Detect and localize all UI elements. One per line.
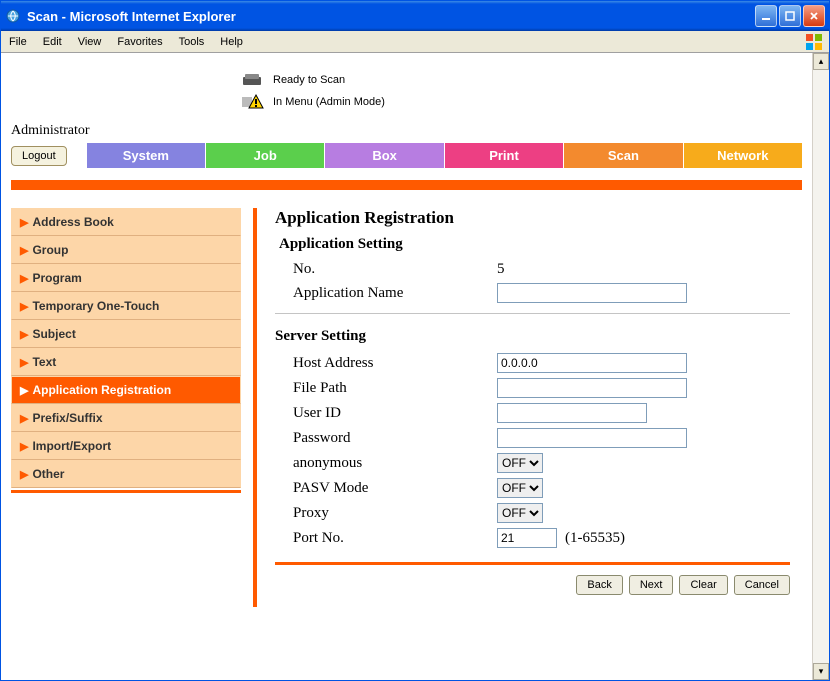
status-panel: Ready to Scan In Menu (Admin Mode) bbox=[241, 71, 802, 111]
pasv-label: PASV Mode bbox=[293, 480, 497, 497]
port-input[interactable] bbox=[497, 528, 557, 548]
anonymous-label: anonymous bbox=[293, 455, 497, 472]
menubar: File Edit View Favorites Tools Help bbox=[1, 31, 829, 53]
no-value: 5 bbox=[497, 261, 505, 278]
menu-view[interactable]: View bbox=[78, 36, 102, 48]
next-button[interactable]: Next bbox=[629, 575, 674, 595]
tab-job[interactable]: Job bbox=[206, 143, 324, 168]
sidebar-item-temporary-one-touch[interactable]: ▶ Temporary One-Touch bbox=[11, 292, 241, 320]
close-button[interactable] bbox=[803, 5, 825, 27]
proxy-label: Proxy bbox=[293, 505, 497, 522]
caret-icon: ▶ bbox=[20, 216, 28, 229]
anonymous-select[interactable]: OFF bbox=[497, 453, 543, 473]
sidebar-item-program[interactable]: ▶ Program bbox=[11, 264, 241, 292]
server-setting-title: Server Setting bbox=[275, 328, 790, 345]
sidebar-item-label: Prefix/Suffix bbox=[32, 411, 102, 425]
sidebar-item-other[interactable]: ▶ Other bbox=[11, 460, 241, 488]
tab-print[interactable]: Print bbox=[445, 143, 563, 168]
sidebar-item-import-export[interactable]: ▶ Import/Export bbox=[11, 432, 241, 460]
logout-button[interactable]: Logout bbox=[11, 146, 67, 166]
maximize-button[interactable] bbox=[779, 5, 801, 27]
sidebar-item-label: Import/Export bbox=[32, 439, 111, 453]
content-area: Ready to Scan In Menu (Admin Mode) Admin… bbox=[1, 53, 829, 680]
sidebar-item-subject[interactable]: ▶ Subject bbox=[11, 320, 241, 348]
sidebar-item-label: Application Registration bbox=[32, 383, 171, 397]
tab-network[interactable]: Network bbox=[684, 143, 802, 168]
menu-help[interactable]: Help bbox=[220, 36, 243, 48]
caret-icon: ▶ bbox=[20, 412, 28, 425]
orange-bottom-bar bbox=[275, 562, 790, 565]
sidebar-item-application-registration[interactable]: ▶ Application Registration bbox=[11, 376, 241, 404]
file-path-label: File Path bbox=[293, 380, 497, 397]
host-address-input[interactable] bbox=[497, 353, 687, 373]
button-row: Back Next Clear Cancel bbox=[275, 575, 790, 595]
port-label: Port No. bbox=[293, 530, 497, 547]
section-divider bbox=[275, 313, 790, 314]
user-id-input[interactable] bbox=[497, 403, 647, 423]
sidebar-item-address-book[interactable]: ▶ Address Book bbox=[11, 208, 241, 236]
app-name-label: Application Name bbox=[293, 285, 497, 302]
clear-button[interactable]: Clear bbox=[679, 575, 727, 595]
sidebar-item-label: Group bbox=[32, 243, 68, 257]
minimize-button[interactable] bbox=[755, 5, 777, 27]
caret-icon: ▶ bbox=[20, 328, 28, 341]
caret-icon: ▶ bbox=[20, 244, 28, 257]
scanner-icon bbox=[241, 71, 265, 89]
menu-edit[interactable]: Edit bbox=[43, 36, 62, 48]
windows-flag-icon bbox=[805, 33, 823, 51]
titlebar: Scan - Microsoft Internet Explorer bbox=[1, 1, 829, 31]
sidebar-item-label: Text bbox=[32, 355, 56, 369]
sidebar-item-label: Program bbox=[32, 271, 81, 285]
proxy-select[interactable]: OFF bbox=[497, 503, 543, 523]
caret-icon: ▶ bbox=[20, 356, 28, 369]
sidebar-item-text[interactable]: ▶ Text bbox=[11, 348, 241, 376]
password-input[interactable] bbox=[497, 428, 687, 448]
menu-tools[interactable]: Tools bbox=[179, 36, 205, 48]
user-id-label: User ID bbox=[293, 405, 497, 422]
scroll-up-button[interactable]: ▴ bbox=[813, 53, 829, 70]
app-name-input[interactable] bbox=[497, 283, 687, 303]
tab-box[interactable]: Box bbox=[325, 143, 443, 168]
page-title: Application Registration bbox=[275, 208, 790, 228]
tab-system[interactable]: System bbox=[87, 143, 205, 168]
sidebar-item-label: Address Book bbox=[32, 215, 113, 229]
caret-icon: ▶ bbox=[20, 300, 28, 313]
main-panel: Application Registration Application Set… bbox=[257, 208, 802, 607]
tab-scan[interactable]: Scan bbox=[564, 143, 682, 168]
ie-icon bbox=[5, 8, 21, 24]
pasv-select[interactable]: OFF bbox=[497, 478, 543, 498]
sidebar-item-label: Subject bbox=[32, 327, 75, 341]
vertical-scrollbar[interactable]: ▴ ▾ bbox=[812, 53, 829, 680]
window-title: Scan - Microsoft Internet Explorer bbox=[27, 9, 753, 24]
status-menu: In Menu (Admin Mode) bbox=[273, 96, 385, 108]
top-tabs: System Job Box Print Scan Network bbox=[87, 143, 802, 168]
browser-window: Scan - Microsoft Internet Explorer File … bbox=[0, 0, 830, 681]
cancel-button[interactable]: Cancel bbox=[734, 575, 790, 595]
sidebar: ▶ Address Book ▶ Group ▶ Program ▶ Temporary… bbox=[11, 208, 253, 607]
port-range: (1-65535) bbox=[565, 530, 625, 547]
application-setting-title: Application Setting bbox=[279, 236, 790, 253]
sidebar-item-prefix-suffix[interactable]: ▶ Prefix/Suffix bbox=[11, 404, 241, 432]
password-label: Password bbox=[293, 430, 497, 447]
menu-favorites[interactable]: Favorites bbox=[117, 36, 162, 48]
scroll-down-button[interactable]: ▾ bbox=[813, 663, 829, 680]
menu-file[interactable]: File bbox=[9, 36, 27, 48]
warning-icon bbox=[241, 93, 265, 111]
file-path-input[interactable] bbox=[497, 378, 687, 398]
caret-icon: ▶ bbox=[20, 468, 28, 481]
caret-icon: ▶ bbox=[20, 440, 28, 453]
scroll-track[interactable] bbox=[813, 70, 829, 663]
sidebar-item-group[interactable]: ▶ Group bbox=[11, 236, 241, 264]
sidebar-item-label: Temporary One-Touch bbox=[32, 299, 159, 313]
sidebar-underline bbox=[11, 490, 241, 493]
orange-separator bbox=[11, 180, 802, 190]
no-label: No. bbox=[293, 261, 497, 278]
caret-icon: ▶ bbox=[20, 384, 28, 397]
admin-label: Administrator bbox=[11, 123, 802, 139]
host-address-label: Host Address bbox=[293, 355, 497, 372]
sidebar-item-label: Other bbox=[32, 467, 64, 481]
status-ready: Ready to Scan bbox=[273, 74, 345, 86]
caret-icon: ▶ bbox=[20, 272, 28, 285]
back-button[interactable]: Back bbox=[576, 575, 622, 595]
